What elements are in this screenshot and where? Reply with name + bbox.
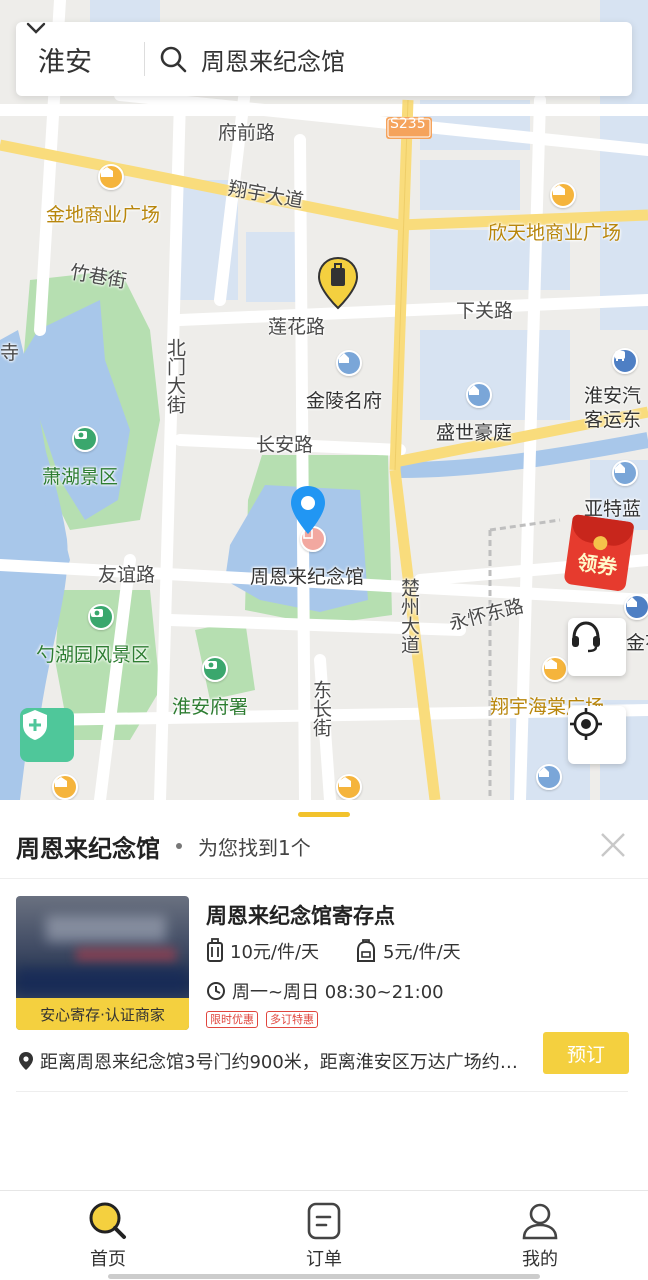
map-label-shengshi-haoting[interactable]: 盛世豪庭	[436, 418, 512, 445]
map-label-lianhua-road: 莲花路	[268, 316, 326, 338]
city-selector[interactable]: 淮安	[16, 22, 144, 79]
map-label-jinhua[interactable]: 金花	[626, 628, 648, 655]
map-label-dongchang-street: 东长街	[310, 680, 332, 737]
price-small-luggage: 5元/件/天	[383, 942, 461, 963]
map-label-chuzhou-avenue: 楚州大道	[398, 578, 420, 654]
map-view[interactable]: S235 府前路 翔宇大道 竹巷街 下关路 莲花路 北门大街 长安路 友谊路 永…	[0, 0, 648, 800]
home-search-icon	[89, 1202, 126, 1239]
map-label-gouhu-scenic[interactable]: 勺湖园风景区	[36, 640, 150, 667]
customer-service-button[interactable]	[568, 618, 626, 676]
poi-jinling-mingfu-icon[interactable]	[336, 350, 362, 376]
map-label-youyi-road: 友谊路	[98, 564, 156, 586]
clock-icon	[207, 982, 225, 1000]
close-icon[interactable]	[598, 830, 628, 860]
nav-mine[interactable]: 我的	[480, 1201, 600, 1271]
map-label-xiaohu-scenic[interactable]: 萧湖景区	[42, 462, 118, 489]
result-title: 周恩来纪念馆寄存点	[206, 904, 395, 928]
poi-gouhu-camera-icon[interactable]	[88, 604, 114, 630]
map-label-beimen-street: 北门大街	[164, 338, 186, 414]
map-label-fuqian-road: 府前路	[218, 122, 276, 144]
map-label-zhou-memorial[interactable]: 周恩来纪念馆	[250, 562, 364, 589]
poi-jinhua-icon[interactable]	[624, 594, 648, 620]
poi-xintiandi-plaza-icon[interactable]	[550, 182, 576, 208]
city-label: 淮安	[38, 46, 92, 78]
map-label-left-edge: 寺	[0, 342, 20, 364]
poi-xiaohu-camera-icon[interactable]	[72, 426, 98, 452]
promo-tag: 多订特惠	[266, 1011, 318, 1028]
address-text: 距离周恩来纪念馆3号门约900米，距离淮安区万达广场约1公里	[40, 1052, 525, 1073]
chevron-down-icon	[26, 22, 46, 34]
nav-orders-label: 订单	[306, 1249, 342, 1270]
search-query: 周恩来纪念馆	[201, 47, 345, 76]
promo-tags: 限时优惠 多订特惠	[206, 1011, 326, 1028]
locate-button[interactable]	[568, 706, 626, 764]
opening-hours: 周一~周日 08:30~21:00	[232, 982, 444, 1003]
map-label-xiaguan-road: 下关路	[456, 300, 514, 322]
map-label-huaian-bus-station[interactable]: 淮安汽客运东	[584, 384, 648, 432]
result-thumbnail: 安心寄存·认证商家	[16, 896, 189, 1030]
storage-marker-icon[interactable]	[316, 256, 360, 310]
nav-home[interactable]: 首页	[48, 1201, 168, 1271]
map-label-changan-road: 长安路	[256, 434, 314, 456]
safety-shield-button[interactable]	[20, 708, 74, 762]
locate-icon	[570, 708, 602, 740]
home-indicator	[108, 1274, 540, 1279]
coupon-button[interactable]: 领券	[563, 514, 635, 592]
search-input[interactable]: 周恩来纪念馆	[145, 42, 345, 77]
header-divider	[0, 878, 648, 879]
sheet-title: 周恩来纪念馆	[16, 834, 160, 863]
map-label-huaian-fushu[interactable]: 淮安府署	[172, 692, 248, 719]
coupon-label: 领券	[575, 550, 619, 580]
verified-merchant-badge: 安心寄存·认证商家	[16, 998, 189, 1030]
poi-bottom-left-icon[interactable]	[52, 774, 78, 800]
poi-fushu-camera-icon[interactable]	[202, 656, 228, 682]
sheet-header: 周恩来纪念馆 为您找到1个	[16, 828, 632, 864]
map-label-jindi-plaza[interactable]: 金地商业广场	[46, 200, 160, 227]
address-row: 距离周恩来纪念馆3号门约900米，距离淮安区万达广场约1公里	[18, 1048, 528, 1074]
map-label-jinling-mingfu[interactable]: 金陵名府	[306, 386, 382, 413]
backpack-icon	[357, 939, 376, 962]
shield-plus-icon	[23, 710, 47, 740]
result-card[interactable]: 安心寄存·认证商家 周恩来纪念馆寄存点 10元/件/天 5元/件/天 周一~周日…	[16, 896, 629, 1090]
suitcase-icon	[207, 938, 223, 962]
nav-mine-label: 我的	[522, 1249, 558, 1270]
sheet-drag-handle[interactable]	[298, 812, 350, 817]
bottom-nav: 首页 订单 我的	[0, 1190, 648, 1280]
poi-jindi-plaza-icon[interactable]	[98, 164, 124, 190]
location-marker-icon	[19, 1052, 33, 1070]
orders-icon	[307, 1202, 341, 1240]
poi-xiangyu-haitang-icon[interactable]	[542, 656, 568, 682]
nav-home-label: 首页	[90, 1249, 126, 1270]
price-large-luggage: 10元/件/天	[230, 942, 320, 963]
search-bar: 淮安 周恩来纪念馆	[16, 22, 632, 96]
promo-tag: 限时优惠	[206, 1011, 258, 1028]
map-label-xintiandi-plaza[interactable]: 欣天地商业广场	[488, 218, 621, 245]
location-pin-icon[interactable]	[288, 484, 328, 536]
result-count: 为您找到1个	[198, 835, 311, 860]
poi-bus-station-icon[interactable]	[612, 348, 638, 374]
headset-icon	[572, 621, 600, 653]
results-sheet: 周恩来纪念馆 为您找到1个 安心寄存·认证商家 周恩来纪念馆寄存点 10元/件/…	[0, 800, 648, 1190]
search-icon	[160, 46, 187, 73]
map-label-s235: S235	[390, 116, 426, 132]
book-button[interactable]: 预订	[543, 1032, 629, 1074]
card-divider	[16, 1091, 628, 1092]
poi-yatelan-icon[interactable]	[612, 460, 638, 486]
user-icon	[522, 1203, 558, 1240]
separator-dot	[176, 843, 182, 849]
hours-row: 周一~周日 08:30~21:00	[206, 978, 444, 1004]
poi-bottom-building-icon[interactable]	[536, 764, 562, 790]
poi-shengshi-haoting-icon[interactable]	[466, 382, 492, 408]
poi-bottom-mid-icon[interactable]	[336, 774, 362, 800]
price-row: 10元/件/天 5元/件/天	[206, 938, 497, 964]
nav-orders[interactable]: 订单	[264, 1201, 384, 1271]
